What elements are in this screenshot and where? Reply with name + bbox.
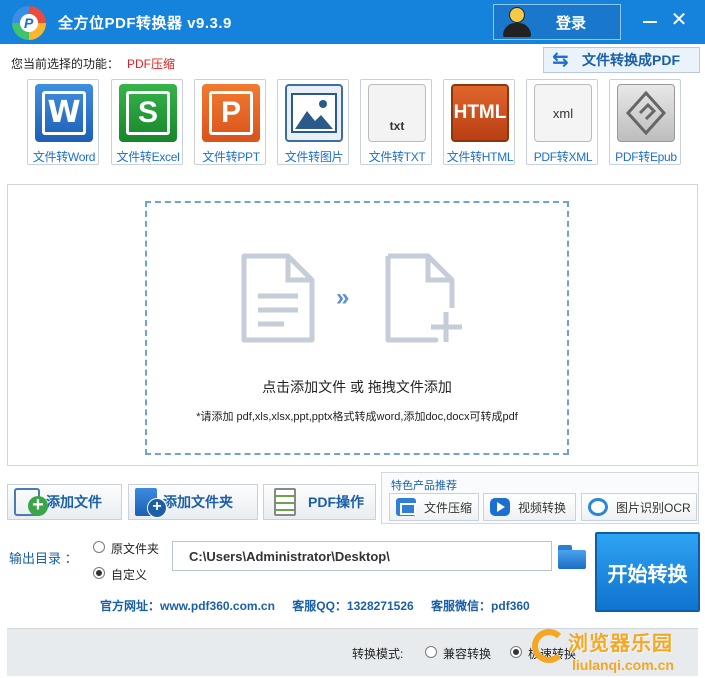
featured-file-compress-button[interactable]: 文件压缩 [389, 493, 479, 521]
tool-label: 文件转HTML [446, 150, 514, 164]
output-path-input[interactable] [172, 541, 552, 571]
app-title: 全方位PDF转换器 v9.3.9 [58, 15, 232, 32]
website-link[interactable]: 官方网址：www.pdf360.com.cn [100, 599, 275, 613]
app-logo-letter: P [24, 15, 34, 31]
close-button[interactable]: ✕ [668, 8, 690, 32]
featured-label: 视频转换 [518, 500, 567, 515]
login-label: 登录 [556, 14, 587, 32]
document-icon [241, 253, 315, 343]
tool-pdf-to-epub[interactable]: PDF转Epub [609, 79, 681, 165]
tool-file-to-image[interactable]: 文件转图片 [277, 79, 349, 165]
html-icon: HTML [451, 84, 509, 142]
tool-label: PDF转Epub [615, 150, 677, 164]
login-button[interactable]: 登录 [493, 4, 621, 40]
add-file-icon [14, 488, 48, 516]
radio-source-folder-label[interactable]: 原文件夹 [111, 540, 159, 557]
drop-zone-hint: *请添加 pdf,xls,xlsx,ppt,pptx格式转成word,添加doc… [196, 411, 518, 423]
convert-mode-label: 转换模式: [352, 647, 404, 661]
tool-label: 文件转Excel [116, 150, 180, 164]
radio-custom-folder-label[interactable]: 自定义 [111, 566, 147, 583]
minimize-button[interactable] [640, 10, 660, 32]
add-document-icon [385, 253, 462, 343]
compress-icon [396, 498, 416, 516]
ppt-icon: P [202, 84, 260, 142]
file-to-pdf-mode-button[interactable]: 文件转换成PDF [543, 47, 700, 73]
watermark-logo-icon [532, 629, 566, 663]
epub-icon [617, 84, 675, 142]
word-icon: W [35, 84, 93, 142]
double-chevron-right-icon: » [336, 284, 350, 311]
watermark-url: liulanqi.com.cn [572, 657, 674, 673]
pdf-operations-button[interactable]: PDF操作 [263, 484, 376, 520]
title-bar: P 全方位PDF转换器 v9.3.9 登录 ✕ [0, 0, 705, 44]
tool-label: 文件转PPT [202, 150, 260, 164]
ocr-icon [588, 498, 608, 516]
current-function-value: PDF压缩 [127, 57, 176, 71]
tool-label: 文件转图片 [284, 150, 344, 164]
excel-icon: S [119, 84, 177, 142]
contact-info: 官方网址：www.pdf360.com.cn 客服QQ：1328271526 客… [100, 597, 544, 614]
watermark-title: 浏览器乐园 [568, 633, 673, 655]
add-folder-button[interactable]: 添加文件夹 [128, 484, 258, 520]
browse-folder-icon[interactable] [556, 545, 588, 571]
pdf-operations-label: PDF操作 [308, 494, 364, 510]
swap-icon [552, 47, 574, 72]
radio-source-folder[interactable] [93, 541, 105, 553]
user-icon [500, 6, 534, 38]
file-to-pdf-mode-label: 文件转换成PDF [582, 52, 680, 68]
drop-zone-title: 点击添加文件 或 拖拽文件添加 [262, 379, 452, 395]
tool-file-to-word[interactable]: W 文件转Word [27, 79, 99, 165]
radio-compat-mode[interactable] [425, 646, 437, 658]
tool-label: 文件转Word [32, 150, 96, 164]
customer-qq: 客服QQ：1328271526 [292, 599, 414, 613]
featured-label: 文件压缩 [424, 500, 473, 515]
tool-pdf-to-xml[interactable]: xml PDF转XML [526, 79, 598, 165]
radio-custom-folder[interactable] [93, 567, 105, 579]
current-function-label: 您当前选择的功能： [11, 57, 120, 71]
customer-wechat: 客服微信：pdf360 [431, 599, 530, 613]
add-file-button[interactable]: 添加文件 [7, 484, 122, 520]
image-icon [285, 84, 343, 142]
featured-label: 图片识别OCR [616, 500, 691, 515]
add-folder-label: 添加文件夹 [163, 494, 233, 510]
add-folder-icon [135, 488, 167, 518]
xml-icon: xml [534, 84, 592, 142]
video-play-icon [490, 498, 510, 516]
tool-file-to-excel[interactable]: S 文件转Excel [111, 79, 183, 165]
radio-compat-mode-label[interactable]: 兼容转换 [443, 645, 491, 662]
tool-label: PDF转XML [533, 150, 593, 164]
featured-image-ocr-button[interactable]: 图片识别OCR [581, 493, 697, 521]
txt-icon: txt [368, 84, 426, 142]
watermark: 浏览器乐园 liulanqi.com.cn [528, 625, 705, 678]
radio-fast-mode[interactable] [510, 646, 522, 658]
tool-file-to-txt[interactable]: txt 文件转TXT [360, 79, 432, 165]
tool-file-to-ppt[interactable]: P 文件转PPT [194, 79, 266, 165]
featured-video-convert-button[interactable]: 视频转换 [483, 493, 576, 521]
tool-file-to-html[interactable]: HTML 文件转HTML [443, 79, 515, 165]
pdf-document-icon [274, 488, 296, 516]
app-logo-icon: P [12, 6, 46, 40]
start-convert-button[interactable]: 开始转换 [595, 532, 700, 612]
output-directory-label: 输出目录 ： [9, 551, 78, 566]
add-file-label: 添加文件 [46, 494, 102, 510]
featured-products-title: 特色产品推荐 [391, 480, 457, 492]
tool-label: 文件转TXT [368, 150, 426, 164]
